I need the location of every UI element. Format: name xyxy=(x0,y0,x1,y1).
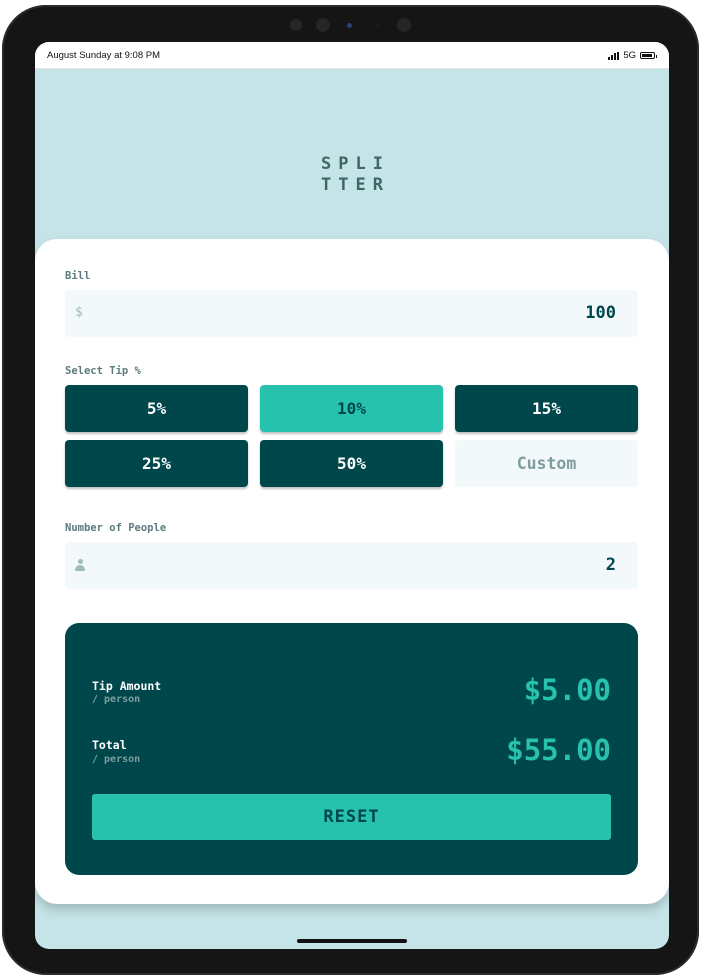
sensor-dot-icon xyxy=(316,18,330,32)
logo-line-1: SPLI xyxy=(321,154,390,174)
tablet-frame: August Sunday at 9:08 PM 5G SPLI TTER Bi… xyxy=(2,5,699,975)
sensor-dot-icon xyxy=(377,24,379,26)
results-panel: Tip Amount / person $5.00 Total / person… xyxy=(65,623,638,875)
tip-amount-label: Tip Amount xyxy=(92,679,162,693)
person-icon xyxy=(75,559,85,571)
people-label: Number of People xyxy=(65,522,167,534)
tip-amount-sublabel: / person xyxy=(92,694,141,705)
people-value: 2 xyxy=(605,555,616,575)
dollar-icon: $ xyxy=(75,305,83,320)
tip-button-10[interactable]: 10% xyxy=(260,385,443,432)
tip-button-15[interactable]: 15% xyxy=(455,385,638,432)
sensor-dot-icon xyxy=(290,19,302,31)
battery-icon xyxy=(640,52,657,59)
tip-button-25[interactable]: 25% xyxy=(65,440,248,487)
sensor-dot-icon xyxy=(397,18,411,32)
calculator-card: Bill $ 100 Select Tip % 5% 10% 15% 25% 5… xyxy=(35,239,669,904)
status-time: August Sunday at 9:08 PM xyxy=(47,50,161,61)
select-tip-label: Select Tip % xyxy=(65,365,141,377)
camera-lens-icon xyxy=(347,23,352,28)
bill-value: 100 xyxy=(585,303,616,323)
status-bar: August Sunday at 9:08 PM 5G xyxy=(35,42,669,69)
status-indicators: 5G xyxy=(608,50,657,61)
home-indicator[interactable] xyxy=(297,939,407,943)
tip-amount-value: $5.00 xyxy=(523,673,611,707)
total-value: $55.00 xyxy=(506,733,611,767)
reset-button[interactable]: RESET xyxy=(92,794,611,840)
total-sublabel: / person xyxy=(92,754,141,765)
bill-label: Bill xyxy=(65,270,91,282)
app-logo: SPLI TTER xyxy=(35,154,669,196)
tip-button-5[interactable]: 5% xyxy=(65,385,248,432)
bill-input[interactable]: $ 100 xyxy=(65,290,638,337)
tip-button-50[interactable]: 50% xyxy=(260,440,443,487)
signal-icon xyxy=(608,51,620,60)
app-screen: August Sunday at 9:08 PM 5G SPLI TTER Bi… xyxy=(35,42,669,949)
camera-bar xyxy=(288,17,418,33)
total-label: Total xyxy=(92,738,127,752)
people-input[interactable]: 2 xyxy=(65,542,638,589)
logo-line-2: TTER xyxy=(321,175,390,195)
custom-tip-input[interactable]: Custom xyxy=(455,440,638,487)
network-label: 5G xyxy=(623,50,636,61)
